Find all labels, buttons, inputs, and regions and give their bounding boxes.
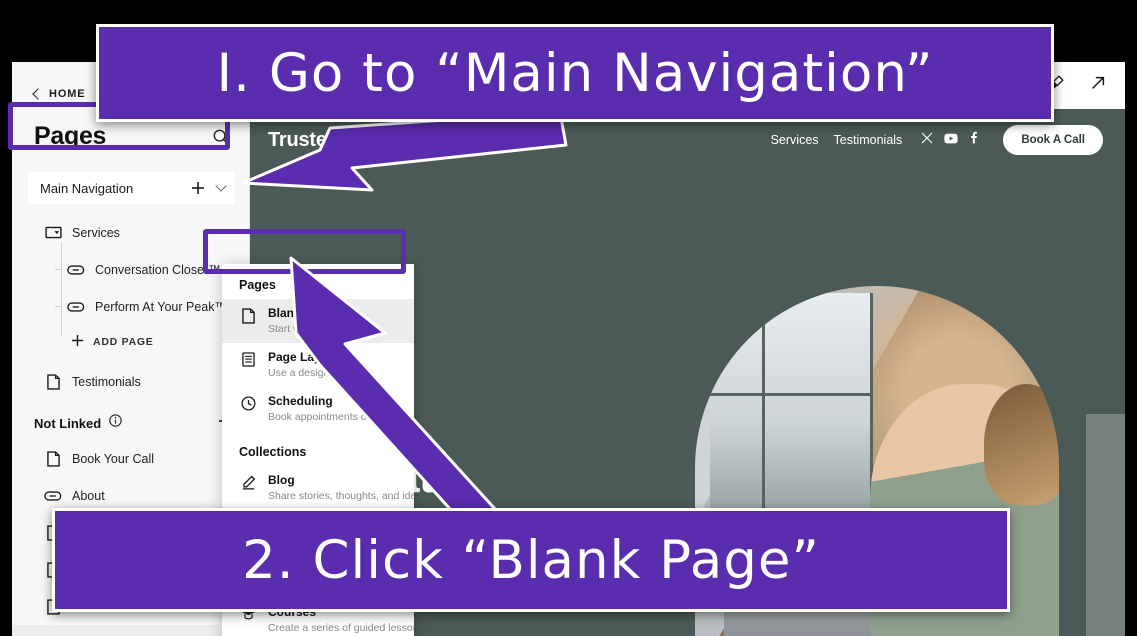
menu-item-page-layouts[interactable]: Page Layouts Use a designed layout [222, 343, 414, 387]
youtube-icon[interactable] [944, 131, 958, 149]
list-item-label: Book Your Call [72, 451, 155, 466]
link-icon [67, 301, 85, 313]
callout-step-2: 2. Click “Blank Page” [52, 508, 1010, 612]
main-navigation-selector[interactable]: Main Navigation [28, 172, 234, 204]
screenshot-root: HOME Pages Main Navigation Services Conv… [0, 0, 1137, 636]
link-icon [44, 490, 62, 502]
menu-item-title: Scheduling [268, 394, 333, 408]
chevron-down-icon[interactable] [215, 180, 227, 192]
external-link-icon[interactable] [1089, 74, 1107, 97]
add-page-label: ADD PAGE [93, 336, 154, 348]
info-icon[interactable] [109, 414, 122, 432]
tree-item-label: Services [72, 225, 120, 240]
menu-item-desc: Start with a blank page [268, 323, 375, 335]
plus-icon[interactable] [191, 181, 205, 195]
add-page-button[interactable]: ADD PAGE [12, 325, 250, 359]
site-logo: Trusted Advisors [268, 128, 428, 151]
callout-step-1: I. Go to “Main Navigation” [96, 24, 1054, 122]
list-item[interactable] [12, 625, 250, 636]
main-navigation-label: Main Navigation [40, 180, 134, 196]
tree-item-conversation-closer[interactable]: Conversation Closer™ [12, 251, 250, 288]
tree-item-label: Conversation Closer™ [95, 262, 221, 277]
tree-item-perform-at-your-peak[interactable]: Perform At Your Peak™ [12, 288, 250, 325]
folder-dropdown-icon [44, 226, 62, 239]
menu-section-title-collections: Collections [239, 445, 307, 459]
site-nav: Services Testimonials Book A Call [771, 125, 1103, 155]
menu-item-desc: Share stories, thoughts, and ideas [268, 490, 414, 502]
menu-item-desc: Use a designed layout [268, 367, 372, 379]
pages-header: Pages [34, 122, 230, 151]
tree-branch-line [55, 306, 61, 307]
site-nav-link-services[interactable]: Services [771, 133, 819, 147]
clock-icon [239, 394, 257, 411]
chevron-left-icon [32, 87, 44, 100]
menu-item-blank-page[interactable]: Blank Page Start with a blank page [222, 299, 414, 343]
page-title: Pages [34, 122, 107, 150]
plus-icon [71, 334, 84, 350]
book-a-call-button[interactable]: Book A Call [1003, 125, 1103, 155]
layout-icon [239, 350, 257, 367]
menu-section-title-pages: Pages [239, 278, 276, 292]
menu-item-desc: Create a series of guided lessons [268, 622, 414, 634]
x-icon[interactable] [921, 131, 933, 149]
menu-item-title: Page Layouts [268, 350, 347, 364]
hero-side-panel [1086, 414, 1125, 636]
menu-item-blog[interactable]: Blog Share stories, thoughts, and ideas [222, 466, 414, 510]
tree-branch-line [55, 269, 61, 270]
tree-item-testimonials[interactable]: Testimonials [12, 363, 250, 400]
menu-item-title: Blog [268, 473, 295, 487]
site-nav-link-testimonials[interactable]: Testimonials [834, 133, 903, 147]
search-icon[interactable] [212, 128, 230, 146]
menu-item-desc: Book appointments online [268, 411, 389, 423]
hero-photo-window [709, 293, 873, 510]
tree-item-label: Perform At Your Peak™ [95, 299, 228, 314]
list-item-label: About [72, 488, 105, 503]
menu-item-scheduling[interactable]: Scheduling Book appointments online [222, 387, 414, 431]
tree-item-label: Testimonials [72, 374, 141, 389]
blank-page-icon [239, 306, 257, 324]
not-linked-section-header: Not Linked [12, 406, 250, 440]
back-to-home-button[interactable]: HOME [32, 87, 86, 100]
social-links [921, 131, 978, 149]
page-icon [44, 373, 62, 390]
tree-item-services[interactable]: Services [12, 214, 250, 251]
page-icon [44, 450, 62, 467]
back-to-home-label: HOME [49, 88, 86, 100]
blog-icon [239, 473, 257, 490]
list-item-book-your-call[interactable]: Book Your Call [12, 440, 250, 477]
not-linked-title: Not Linked [34, 415, 102, 431]
menu-item-title: Blank Page [268, 306, 333, 320]
facebook-icon[interactable] [969, 131, 978, 149]
hero-photo-hair [983, 384, 1059, 505]
link-icon [67, 264, 85, 276]
